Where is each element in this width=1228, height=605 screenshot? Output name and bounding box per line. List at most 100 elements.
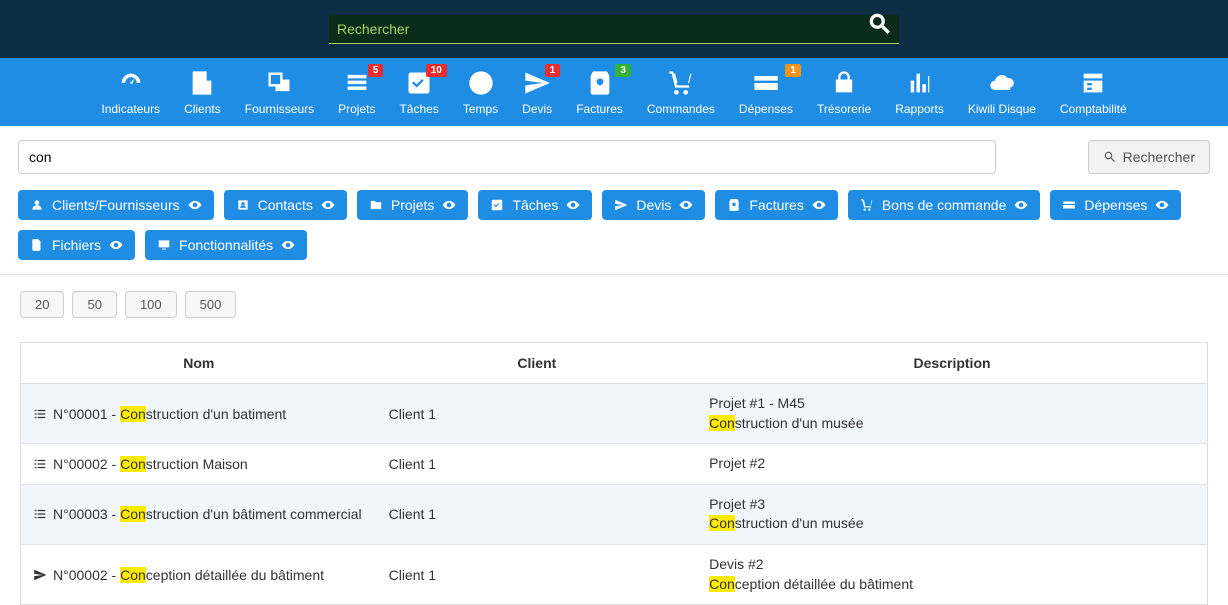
invoice-icon — [727, 198, 741, 212]
table-row[interactable]: N°00002 - Conception détaillée du bâtime… — [21, 544, 1208, 604]
filter-devis[interactable]: Devis — [602, 190, 705, 220]
nav-badge: 1 — [785, 64, 801, 77]
send-icon — [614, 198, 628, 212]
list-icon — [33, 457, 47, 471]
eye-icon — [679, 198, 693, 212]
filter-fichiers[interactable]: Fichiers — [18, 230, 135, 260]
cell-client: Client 1 — [377, 544, 697, 604]
filter-clients-fournisseurs[interactable]: Clients/Fournisseurs — [18, 190, 214, 220]
results-table: Nom Client Description N°00001 - Constru… — [20, 342, 1208, 605]
global-search-input[interactable] — [329, 15, 899, 44]
filter-dépenses[interactable]: Dépenses — [1050, 190, 1181, 220]
filter-label: Fonctionnalités — [179, 237, 273, 253]
filter-projets[interactable]: Projets — [357, 190, 469, 220]
row-desc-line2: Construction d'un musée — [709, 514, 1195, 534]
top-bar — [0, 0, 1228, 58]
nav-item-devis[interactable]: Devis1 — [522, 68, 552, 116]
building-icon — [184, 68, 221, 98]
nav-item-trésorerie[interactable]: Trésorerie — [817, 68, 871, 116]
table-row[interactable]: N°00003 - Construction d'un bâtiment com… — [21, 484, 1208, 544]
nav-item-indicateurs[interactable]: Indicateurs — [101, 68, 160, 116]
row-desc-line1: Projet #3 — [709, 495, 1195, 515]
pagesize-20[interactable]: 20 — [20, 291, 64, 318]
row-desc-line1: Devis #2 — [709, 555, 1195, 575]
cell-description: Devis #2Conception détaillée du bâtiment — [697, 544, 1207, 604]
row-nom: N°00002 - Construction Maison — [53, 456, 248, 472]
cell-description: Projet #2 — [697, 444, 1207, 485]
cell-description: Projet #3Construction d'un musée — [697, 484, 1207, 544]
reports-icon — [895, 68, 944, 98]
eye-icon — [566, 198, 580, 212]
nav-label: Projets — [338, 102, 375, 116]
pagesize-100[interactable]: 100 — [125, 291, 177, 318]
tasks-icon — [490, 198, 504, 212]
filter-label: Clients/Fournisseurs — [52, 197, 180, 213]
cloud-icon — [968, 68, 1036, 98]
nav-item-factures[interactable]: Factures3 — [576, 68, 623, 116]
filter-tâches[interactable]: Tâches — [478, 190, 592, 220]
row-desc-line1: Projet #1 - M45 — [709, 394, 1195, 414]
eye-icon — [442, 198, 456, 212]
divider — [0, 274, 1228, 275]
eye-icon — [321, 198, 335, 212]
table-header-row: Nom Client Description — [21, 343, 1208, 384]
table-row[interactable]: N°00002 - Construction Maison Client 1 Pro… — [21, 444, 1208, 485]
filter-label: Bons de commande — [882, 197, 1007, 213]
list-icon — [33, 407, 47, 421]
nav-item-comptabilité[interactable]: Comptabilité — [1060, 68, 1127, 116]
page-search-row: Rechercher — [0, 126, 1228, 186]
page-search-input[interactable] — [18, 140, 996, 174]
filter-label: Contacts — [258, 197, 313, 213]
filter-label: Tâches — [512, 197, 558, 213]
eye-icon — [1014, 198, 1028, 212]
eye-icon — [109, 238, 123, 252]
eye-icon — [1155, 198, 1169, 212]
treasury-icon — [817, 68, 871, 98]
pagesize-500[interactable]: 500 — [185, 291, 237, 318]
nav-label: Comptabilité — [1060, 102, 1127, 116]
nav-label: Rapports — [895, 102, 944, 116]
search-icon[interactable] — [867, 11, 893, 40]
eye-icon — [281, 238, 295, 252]
row-nom: N°00003 - Construction d'un bâtiment com… — [53, 506, 362, 522]
acc-icon — [1060, 68, 1127, 98]
cell-client: Client 1 — [377, 484, 697, 544]
eye-icon — [812, 198, 826, 212]
filter-label: Fichiers — [52, 237, 101, 253]
nav-label: Commandes — [647, 102, 715, 116]
table-row[interactable]: N°00001 - Construction d'un batimentClie… — [21, 384, 1208, 444]
filter-fonctionnalités[interactable]: Fonctionnalités — [145, 230, 307, 260]
row-desc-line1: Projet #2 — [709, 454, 1195, 474]
nav-item-fournisseurs[interactable]: Fournisseurs — [245, 68, 314, 116]
row-desc-line2: Construction d'un musée — [709, 414, 1195, 434]
nav-item-rapports[interactable]: Rapports — [895, 68, 944, 116]
nav-item-clients[interactable]: Clients — [184, 68, 221, 116]
nav-item-projets[interactable]: Projets5 — [338, 68, 375, 116]
card-icon — [1062, 198, 1076, 212]
nav-item-kiwili-disque[interactable]: Kiwili Disque — [968, 68, 1036, 116]
filter-contacts[interactable]: Contacts — [224, 190, 347, 220]
nav-item-temps[interactable]: Temps — [463, 68, 498, 116]
cart-icon — [860, 198, 874, 212]
filter-bons-de-commande[interactable]: Bons de commande — [848, 190, 1041, 220]
cell-nom: N°00001 - Construction d'un batiment — [21, 384, 377, 444]
pagesize-50[interactable]: 50 — [72, 291, 116, 318]
send-icon — [33, 568, 47, 582]
nav-label: Devis — [522, 102, 552, 116]
nav-label: Indicateurs — [101, 102, 160, 116]
supplier-icon — [245, 68, 314, 98]
main-nav: Indicateurs Clients Fournisseurs Projets5 Tâ… — [0, 58, 1228, 126]
cell-client: Client 1 — [377, 384, 697, 444]
search-button[interactable]: Rechercher — [1088, 140, 1210, 174]
cell-client: Client 1 — [377, 444, 697, 485]
filter-factures[interactable]: Factures — [715, 190, 837, 220]
file-icon — [30, 238, 44, 252]
nav-label: Temps — [463, 102, 498, 116]
nav-label: Tâches — [399, 102, 438, 116]
nav-item-tâches[interactable]: Tâches10 — [399, 68, 438, 116]
contact-icon — [236, 198, 250, 212]
nav-badge: 1 — [545, 64, 561, 77]
nav-item-commandes[interactable]: Commandes — [647, 68, 715, 116]
global-search-wrap — [329, 15, 899, 44]
nav-item-dépenses[interactable]: Dépenses1 — [739, 68, 793, 116]
